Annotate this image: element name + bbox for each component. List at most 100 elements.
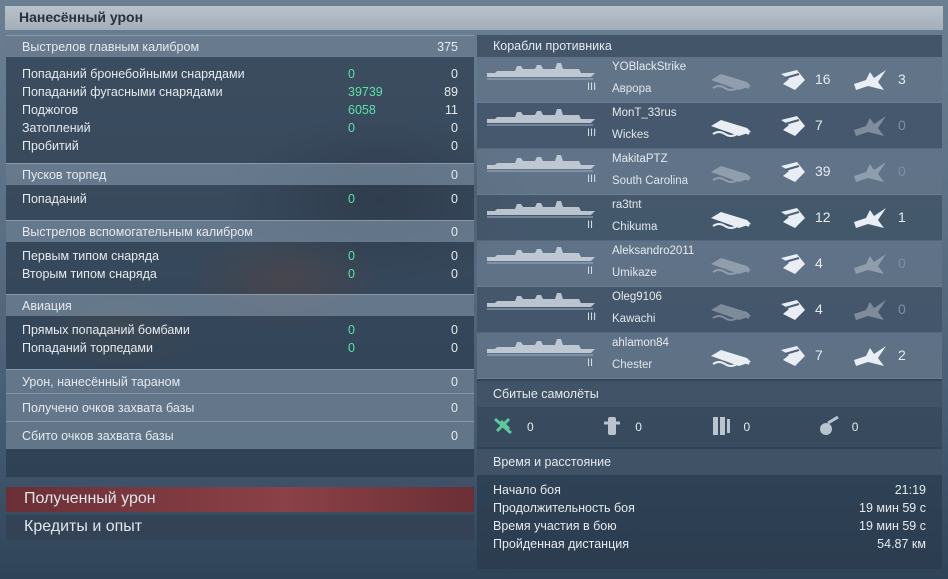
ship-silhouette-icon xyxy=(487,247,595,264)
enemy-ship-row[interactable]: II ra3tnt Chikuma 12 1 xyxy=(477,195,942,241)
stat-row: Пробитий 0 xyxy=(6,137,474,155)
planes-shot-item: 0 xyxy=(710,415,818,440)
damage-dealt-panel: Выстрелов главным калибром 375 Попаданий … xyxy=(6,35,474,449)
enemy-ship-row[interactable]: III MakitaPTZ South Carolina 39 0 xyxy=(477,149,942,195)
planes-shot-item: 0 xyxy=(493,415,601,440)
ship-tier: II xyxy=(587,219,594,231)
stat-label: Попаданий бронебойными снарядами xyxy=(22,67,245,81)
ship-destroyed-icon xyxy=(711,120,751,137)
fire-icon xyxy=(854,346,886,366)
stat-damage: 0 xyxy=(348,341,355,355)
fighter-icon xyxy=(493,415,515,440)
stat-count: 0 xyxy=(451,139,458,153)
stat-label: Прямых попаданий бомбами xyxy=(22,323,190,337)
stat-count: 89 xyxy=(444,85,458,99)
player-name: ahlamon84 xyxy=(612,337,669,349)
ship-tier: III xyxy=(587,81,597,93)
ship-silhouette-icon xyxy=(487,339,595,356)
main-caliber-header: Выстрелов главным калибром 375 xyxy=(6,35,474,57)
time-value: 19 мин 59 с xyxy=(859,519,926,533)
fires-count: 0 xyxy=(898,117,906,133)
ship-tier: II xyxy=(587,265,594,277)
planes-count: 0 xyxy=(527,420,534,434)
ship-silhouette-icon xyxy=(487,201,595,218)
stat-damage: 6058 xyxy=(348,103,376,117)
enemy-ship-row[interactable]: III Oleg9106 Kawachi 4 0 xyxy=(477,287,942,333)
ship-silhouette-icon xyxy=(487,155,595,172)
hits-count: 7 xyxy=(815,347,823,363)
stat-count: 0 xyxy=(451,192,458,206)
enemy-ships-header: Корабли противника xyxy=(477,35,942,57)
ship-tier: II xyxy=(587,357,594,369)
shell-hit-icon xyxy=(781,254,805,274)
ship-name: Аврора xyxy=(612,83,652,95)
time-value: 19 мин 59 с xyxy=(859,501,926,515)
stat-count: 0 xyxy=(451,267,458,281)
credits-xp-tab[interactable]: Кредиты и опыт xyxy=(6,515,474,540)
fire-icon xyxy=(854,300,886,320)
fire-icon xyxy=(854,208,886,228)
stat-count: 11 xyxy=(445,103,458,117)
fire-icon xyxy=(854,162,886,182)
ram-row: Урон, нанесённый тараном 0 xyxy=(6,369,474,393)
enemy-ship-row[interactable]: III YOBlackStrike Аврора 16 3 xyxy=(477,57,942,103)
hits-count: 16 xyxy=(815,71,831,87)
stat-label: Первым типом снаряда xyxy=(22,249,160,263)
hits-count: 7 xyxy=(815,117,823,133)
ship-tier: III xyxy=(587,173,597,185)
ship-name: Chester xyxy=(612,359,653,371)
player-name: MonT_33rus xyxy=(612,107,677,119)
ship-silhouette-icon xyxy=(487,63,595,80)
time-row: Время участия в бою 19 мин 59 с xyxy=(477,517,942,535)
enemy-panel: Корабли противника III YOBlackStrike Аврор… xyxy=(477,35,942,553)
stat-row: Попаданий бронебойными снарядами 0 0 xyxy=(6,65,474,83)
time-header: Время и расстояние xyxy=(477,449,942,475)
enemy-ship-row[interactable]: II Aleksandro2011 Umikaze 4 0 xyxy=(477,241,942,287)
ship-destroyed-icon xyxy=(711,350,751,367)
stat-label: Затоплений xyxy=(22,121,91,135)
received-damage-tab[interactable]: Полученный урон xyxy=(6,487,474,512)
fire-icon xyxy=(854,254,886,274)
capture-row: Получено очков захвата базы 0 xyxy=(6,393,474,421)
hits-count: 39 xyxy=(815,163,831,179)
stat-damage: 0 xyxy=(348,267,355,281)
fire-icon xyxy=(854,70,886,90)
enemy-ship-row[interactable]: III MonT_33rus Wickes 7 0 xyxy=(477,103,942,149)
time-row: Пройденная дистанция 54.87 км xyxy=(477,535,942,553)
stat-count: 0 xyxy=(451,121,458,135)
enemy-ship-row[interactable]: II ahlamon84 Chester 7 2 xyxy=(477,333,942,379)
stat-label: Вторым типом снаряда xyxy=(22,267,157,281)
planes-shot-item: 0 xyxy=(601,415,709,440)
stat-count: 0 xyxy=(451,323,458,337)
player-name: Oleg9106 xyxy=(612,291,662,303)
stat-damage: 0 xyxy=(348,192,355,206)
hits-count: 4 xyxy=(815,301,823,317)
ship-silhouette-icon xyxy=(487,109,595,126)
stat-label: Попаданий фугасными снарядами xyxy=(22,85,223,99)
stat-row: Вторым типом снаряда 0 0 xyxy=(6,265,474,283)
stat-damage: 0 xyxy=(348,67,355,81)
time-label: Время участия в бою xyxy=(493,519,617,533)
ship-destroyed-icon xyxy=(711,166,751,183)
ship-destroyed-icon xyxy=(711,258,751,275)
stat-damage: 0 xyxy=(348,323,355,337)
stat-label: Попаданий xyxy=(22,192,87,206)
player-name: YOBlackStrike xyxy=(612,61,687,73)
stat-damage: 0 xyxy=(348,121,355,135)
time-row: Продолжительность боя 19 мин 59 с xyxy=(477,499,942,517)
fires-count: 3 xyxy=(898,71,906,87)
stat-label: Пробитий xyxy=(22,139,79,153)
ship-destroyed-icon xyxy=(711,74,751,91)
stat-row: Затоплений 0 0 xyxy=(6,119,474,137)
time-label: Продолжительность боя xyxy=(493,501,635,515)
stat-count: 0 xyxy=(451,249,458,263)
ship-name: Umikaze xyxy=(612,267,657,279)
time-value: 54.87 км xyxy=(877,537,926,551)
planes-count: 0 xyxy=(635,420,642,434)
fires-count: 0 xyxy=(898,301,906,317)
planes-count: 0 xyxy=(743,420,751,434)
time-label: Начало боя xyxy=(493,483,561,497)
player-name: ra3tnt xyxy=(612,199,642,211)
ship-name: Chikuma xyxy=(612,221,658,233)
ship-name: South Carolina xyxy=(612,175,689,187)
